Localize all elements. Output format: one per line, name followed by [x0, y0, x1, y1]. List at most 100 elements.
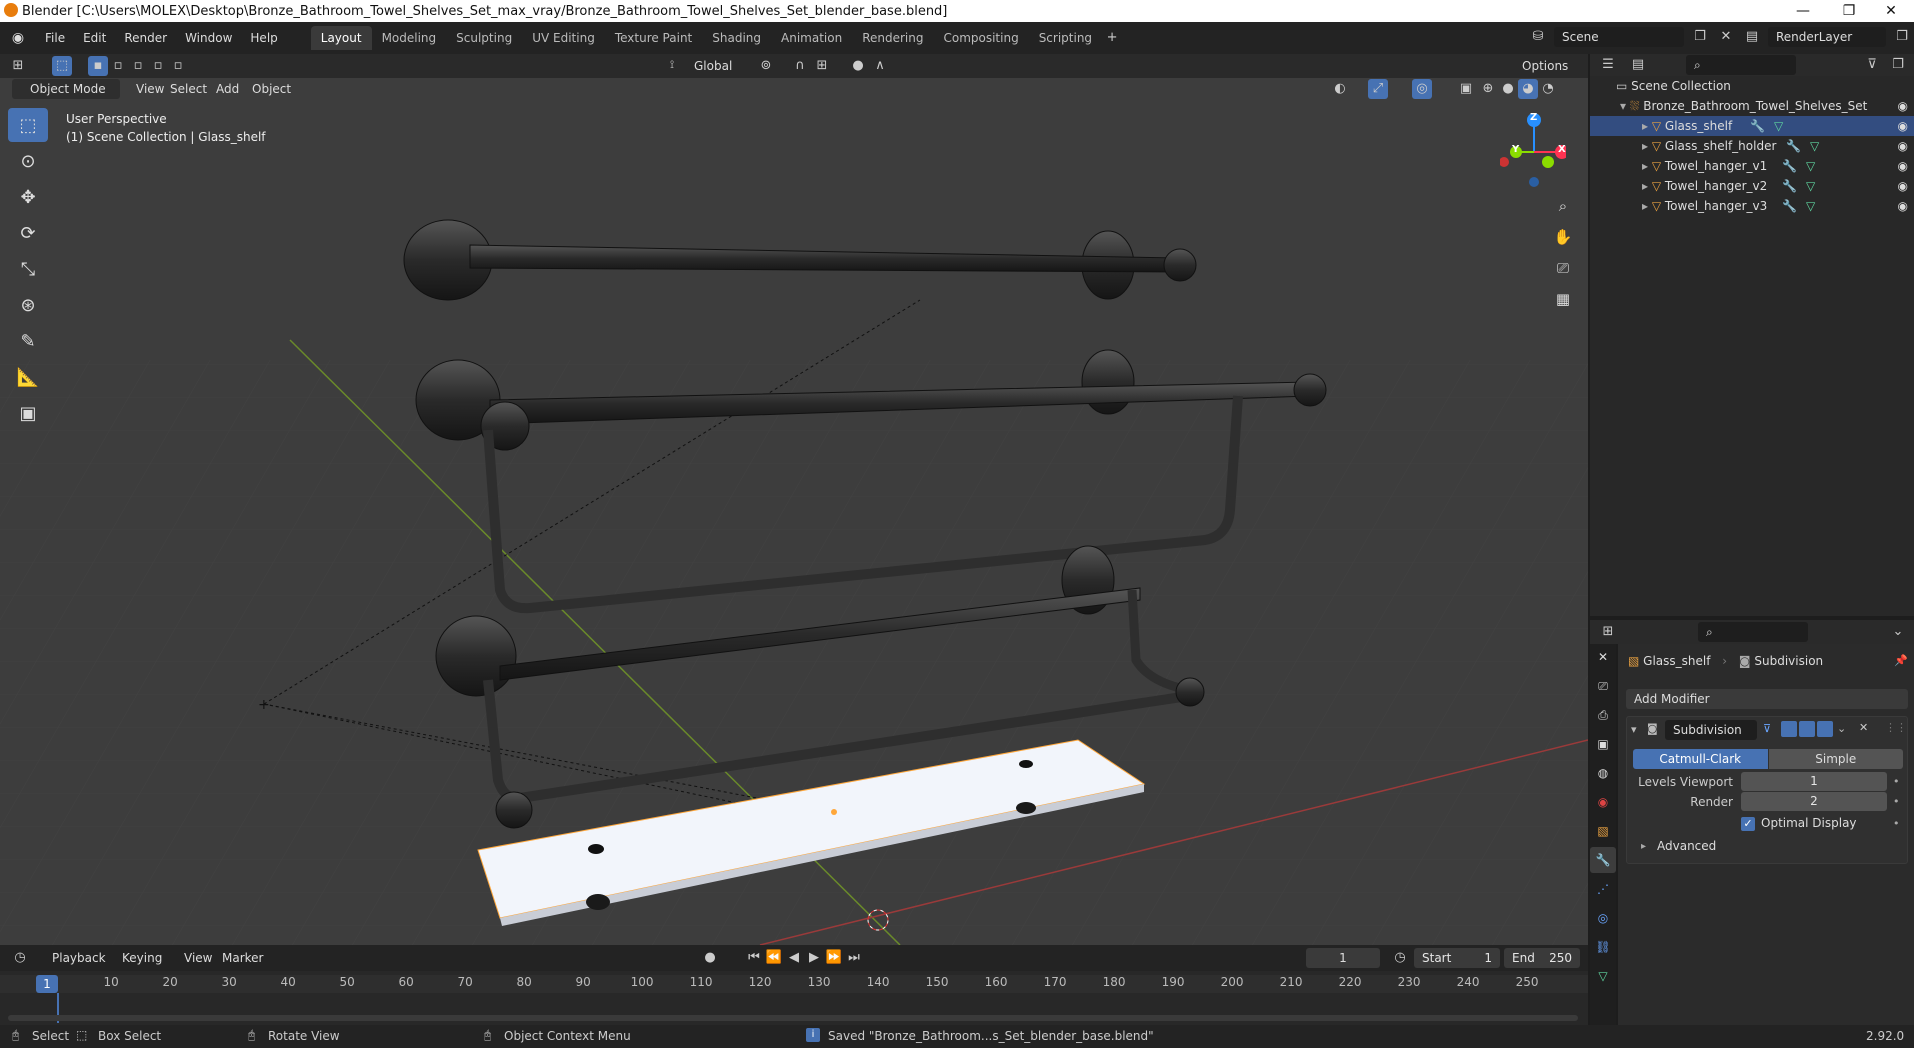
timeline-ruler[interactable]: 10 20 30 40 50 60 70 80 90 100 110 120 130 140 150 160 1… [0, 971, 1588, 1025]
add-workspace-icon[interactable]: + [1102, 28, 1122, 48]
particles-tab-icon[interactable]: ⋰ [1590, 876, 1616, 902]
object-mode-dropdown[interactable]: Object Mode [12, 79, 120, 99]
render-layer-field[interactable]: RenderLayer [1768, 27, 1886, 47]
tab-uv-editing[interactable]: UV Editing [522, 26, 605, 50]
rendered-shading-icon[interactable]: ◔ [1538, 79, 1558, 99]
outliner-scene-collection[interactable]: ▭ Scene Collection [1590, 76, 1914, 96]
frame-end-field[interactable]: End 250 [1504, 948, 1580, 968]
new-collection-icon[interactable]: ❐ [1888, 55, 1908, 75]
timeline-editor-icon[interactable]: ◷ [10, 948, 30, 968]
auto-keying-icon[interactable]: ● [700, 948, 720, 968]
delete-scene-icon[interactable]: ✕ [1716, 27, 1736, 47]
transform-orientation-dropdown[interactable]: Global [686, 56, 748, 76]
keyframe-dot-icon[interactable]: • [1893, 775, 1900, 788]
pivot-point-icon[interactable]: ⊚ [756, 56, 776, 76]
overlay-toggle-icon[interactable]: ◎ [1412, 79, 1432, 99]
blender-menu-icon[interactable]: ◉ [0, 30, 36, 46]
collapse-icon[interactable]: ▾ [1631, 723, 1637, 736]
render-toggle-icon[interactable] [1817, 721, 1833, 737]
tab-catmull-clark[interactable]: Catmull-Clark [1633, 749, 1768, 769]
outliner-collection-row[interactable]: ▾ ⛆ Bronze_Bathroom_Towel_Shelves_Set ◉ [1590, 96, 1914, 116]
transform-tool-icon[interactable]: ⊛ [8, 288, 48, 322]
visibility-eye-icon[interactable]: ◉ [1898, 116, 1908, 136]
move-tool-icon[interactable]: ✥ [8, 180, 48, 214]
menu-render[interactable]: Render [115, 26, 176, 50]
scene-browse-icon[interactable]: ⛁ [1528, 27, 1548, 47]
select-mode-invert-icon[interactable]: ▫ [148, 56, 168, 76]
editor-type-icon[interactable]: ⊞ [8, 56, 28, 76]
rotate-tool-icon[interactable]: ⟳ [8, 216, 48, 250]
tab-shading[interactable]: Shading [702, 26, 771, 50]
outliner-object-row[interactable]: ▸ ▽ Towel_hanger_v1 🔧 ▽ ◉ [1590, 156, 1914, 176]
tab-simple[interactable]: Simple [1768, 749, 1903, 769]
timeline-menu-keying[interactable]: Keying [114, 948, 170, 968]
properties-search-input[interactable]: ⌕ [1698, 622, 1808, 642]
play-reverse-icon[interactable]: ◀ [784, 948, 804, 968]
gizmo-toggle-icon[interactable]: ⤢ [1368, 79, 1388, 99]
render-tab-icon[interactable]: ⎚ [1590, 673, 1616, 699]
select-tool-icon[interactable]: ⬚ [52, 56, 72, 76]
minimize-button[interactable]: — [1780, 0, 1826, 22]
visibility-eye-icon[interactable]: ◉ [1898, 156, 1908, 176]
viewport-menu-object[interactable]: Object [244, 79, 299, 99]
new-scene-icon[interactable]: ❐ [1690, 27, 1710, 47]
modifier-tab-icon[interactable]: 🔧 [1590, 847, 1616, 873]
render-levels-field[interactable]: 2 [1741, 792, 1887, 811]
scale-tool-icon[interactable]: ⤡ [8, 252, 48, 286]
outliner-search-input[interactable]: ⌕ [1686, 55, 1796, 75]
ortho-grid-icon[interactable]: ▦ [1549, 285, 1577, 313]
select-mode-intersect-icon[interactable]: ▫ [168, 56, 188, 76]
tab-layout[interactable]: Layout [310, 26, 372, 50]
select-box-tool-icon[interactable]: ⬚ [8, 108, 48, 142]
tab-rendering[interactable]: Rendering [852, 26, 933, 50]
snap-target-icon[interactable]: ⊞ [812, 56, 832, 76]
data-tab-icon[interactable]: ▽ [1590, 963, 1616, 989]
annotate-tool-icon[interactable]: ✎ [8, 324, 48, 358]
visibility-eye-icon[interactable]: ◉ [1898, 176, 1908, 196]
tab-texture-paint[interactable]: Texture Paint [605, 26, 702, 50]
viewport-menu-add[interactable]: Add [208, 79, 247, 99]
constraints-tab-icon[interactable]: ⛓ [1590, 934, 1616, 960]
view-layer-tab-icon[interactable]: ▣ [1590, 731, 1616, 757]
select-mode-extend-icon[interactable]: ▫ [108, 56, 128, 76]
options-dropdown[interactable]: Options [1514, 56, 1577, 76]
tab-scripting[interactable]: Scripting [1029, 26, 1102, 50]
display-mode-icon[interactable]: ▤ [1628, 55, 1648, 75]
visibility-eye-icon[interactable]: ◉ [1898, 96, 1908, 116]
expand-icon[interactable]: ▾ [1620, 99, 1630, 113]
viewport-toggle-icon[interactable] [1799, 721, 1815, 737]
frame-start-field[interactable]: Start 1 [1414, 948, 1500, 968]
jump-end-icon[interactable]: ⏭ [844, 948, 864, 968]
xray-icon[interactable]: ▣ [1456, 79, 1476, 99]
select-mode-new-icon[interactable]: ▪ [88, 56, 108, 76]
navigation-gizmo[interactable]: Z X Y [1499, 110, 1569, 190]
properties-options-icon[interactable]: ⌄ [1888, 622, 1908, 642]
preview-range-icon[interactable]: ◷ [1390, 948, 1410, 968]
keyframe-dot-icon[interactable]: • [1893, 795, 1900, 808]
zoom-icon[interactable]: ⌕ [1549, 192, 1577, 220]
menu-file[interactable]: File [36, 26, 74, 50]
tab-sculpting[interactable]: Sculpting [446, 26, 522, 50]
outliner-object-row[interactable]: ▸ ▽ Glass_shelf_holder 🔧 ▽ ◉ [1590, 136, 1914, 156]
levels-viewport-field[interactable]: 1 [1741, 772, 1887, 791]
object-tab-icon[interactable]: ▧ [1590, 818, 1616, 844]
outliner-object-row[interactable]: ▸ ▽ Towel_hanger_v2 🔧 ▽ ◉ [1590, 176, 1914, 196]
pan-hand-icon[interactable]: ✋ [1549, 223, 1577, 251]
properties-editor-icon[interactable]: ⊞ [1598, 622, 1618, 642]
jump-start-icon[interactable]: ⏮ [744, 948, 764, 968]
tab-animation[interactable]: Animation [771, 26, 852, 50]
proportional-edit-icon[interactable]: ● [848, 56, 868, 76]
add-cube-tool-icon[interactable]: ▣ [8, 396, 48, 430]
physics-tab-icon[interactable]: ◎ [1590, 905, 1616, 931]
timeline-menu-marker[interactable]: Marker [214, 948, 271, 968]
wireframe-shading-icon[interactable]: ⊕ [1478, 79, 1498, 99]
snap-icon[interactable]: ∩ [790, 56, 810, 76]
edit-mode-toggle-icon[interactable]: ⊽ [1763, 722, 1771, 735]
cursor-tool-icon[interactable]: ⊙ [8, 144, 48, 178]
playhead[interactable]: 1 [36, 975, 58, 993]
scene-name-field[interactable]: Scene [1554, 27, 1684, 47]
modifier-name-field[interactable]: Subdivision [1665, 720, 1757, 740]
visibility-icon[interactable]: ◐ [1330, 79, 1350, 99]
output-tab-icon[interactable]: ⎙ [1590, 702, 1616, 728]
measure-tool-icon[interactable]: 📐 [8, 360, 48, 394]
